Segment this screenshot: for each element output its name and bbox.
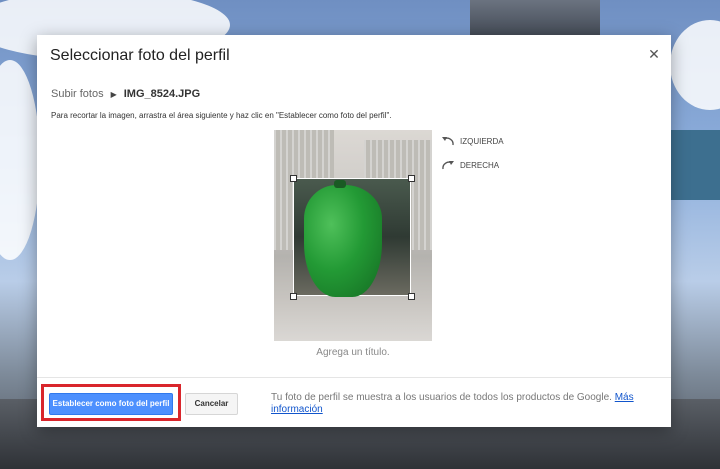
pepper-stem — [334, 180, 346, 188]
rotate-right-button[interactable]: DERECHA — [441, 159, 499, 171]
close-icon[interactable]: ✕ — [647, 47, 661, 61]
footer-note-text: Tu foto de perfil se muestra a los usuar… — [271, 392, 612, 403]
cancel-button[interactable]: Cancelar — [185, 393, 238, 415]
rotate-right-icon — [442, 161, 454, 170]
footer-note: Tu foto de perfil se muestra a los usuar… — [271, 392, 641, 416]
breadcrumb-file-name: IMG_8524.JPG — [123, 88, 201, 100]
crop-selection[interactable] — [293, 178, 411, 297]
tower-top — [470, 0, 600, 40]
photo-preview — [274, 130, 432, 341]
breadcrumb-upload-link[interactable]: Subir fotos — [51, 88, 104, 100]
rotate-left-button[interactable]: IZQUIERDA — [441, 135, 504, 147]
rotate-left-icon — [442, 137, 454, 146]
breadcrumb: Subir fotos ▶ IMG_8524.JPG — [51, 88, 200, 100]
crop-image — [294, 179, 410, 297]
crop-instructions: Para recortar la imagen, arrastra el áre… — [51, 111, 392, 120]
rotate-left-label: IZQUIERDA — [460, 136, 504, 146]
crop-handle-bottom-left[interactable] — [290, 293, 297, 300]
cloud — [0, 60, 40, 260]
profile-photo-dialog: Seleccionar foto del perfil ✕ Subir foto… — [37, 35, 671, 427]
chevron-right-icon: ▶ — [110, 89, 117, 99]
crop-handle-bottom-right[interactable] — [408, 293, 415, 300]
crop-handle-top-right[interactable] — [408, 175, 415, 182]
rotate-right-label: DERECHA — [460, 160, 500, 170]
crop-handle-top-left[interactable] — [290, 175, 297, 182]
bridge-walkway — [671, 130, 720, 200]
set-profile-photo-button[interactable]: Establecer como foto del perfil — [49, 393, 173, 415]
cloud — [670, 20, 720, 110]
caption-input[interactable]: Agrega un título. — [274, 347, 432, 358]
dialog-title: Seleccionar foto del perfil — [50, 47, 230, 64]
dialog-footer: Establecer como foto del perfil Cancelar… — [37, 377, 671, 427]
pepper-sculpture — [304, 185, 382, 297]
